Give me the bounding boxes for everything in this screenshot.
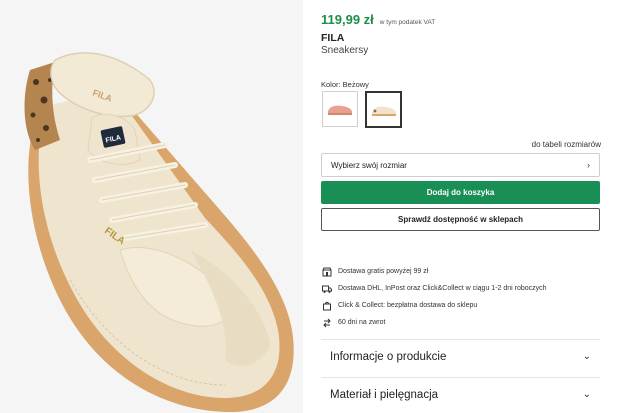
- color-swatches: [322, 91, 402, 128]
- product-image: FILA FILA FILA: [0, 0, 303, 413]
- feature-shipping: Dostawa DHL, InPost oraz Click&Collect w…: [322, 280, 547, 297]
- feature-text: Dostawa DHL, InPost oraz Click&Collect w…: [338, 285, 547, 292]
- feature-text: 60 dni na zwrot: [338, 319, 386, 326]
- size-select[interactable]: Wybierz swój rozmiar ›: [321, 153, 600, 177]
- bag-icon: [322, 301, 332, 311]
- swatch-beige[interactable]: [365, 91, 402, 128]
- chevron-right-icon: ›: [587, 160, 590, 170]
- store-icon: [322, 267, 332, 277]
- beige-sneaker-thumbnail: [371, 106, 396, 116]
- feature-click-collect: Click & Collect: bezpłatna dostawa do sk…: [322, 297, 547, 314]
- pink-sneaker-thumbnail: [328, 105, 352, 115]
- color-label: Kolor: Beżowy: [321, 80, 369, 89]
- feature-returns: 60 dni na zwrot: [322, 314, 547, 331]
- delivery-features: Dostawa gratis powyżej 99 zł Dostawa DHL…: [322, 263, 547, 331]
- truck-icon: [322, 284, 332, 294]
- product-name: Sneakersy: [321, 45, 369, 56]
- check-availability-button[interactable]: Sprawdź dostępność w sklepach: [321, 208, 600, 231]
- size-table-link[interactable]: do tabeli rozmiarów: [532, 140, 601, 149]
- return-icon: [322, 318, 332, 328]
- accordion-product-info[interactable]: Informacje o produkcie ⌄: [321, 339, 600, 373]
- product-price: 119,99 zł: [321, 12, 374, 27]
- accordion-label: Materiał i pielęgnacja: [330, 388, 439, 401]
- price-row: 119,99 zł w tym podatek VAT: [321, 12, 435, 27]
- chevron-down-icon: ⌄: [582, 351, 591, 362]
- accordion-label: Informacje o produkcie: [330, 350, 447, 363]
- sneaker-illustration: FILA FILA FILA: [24, 52, 294, 412]
- size-select-placeholder: Wybierz swój rozmiar: [331, 160, 407, 170]
- feature-free-delivery: Dostawa gratis powyżej 99 zł: [322, 263, 547, 280]
- add-to-cart-button[interactable]: Dodaj do koszyka: [321, 181, 600, 204]
- chevron-down-icon: ⌄: [582, 389, 591, 400]
- product-brand: FILA: [321, 32, 345, 44]
- accordion-material-care[interactable]: Materiał i pielęgnacja ⌄: [321, 377, 600, 411]
- feature-text: Dostawa gratis powyżej 99 zł: [338, 268, 429, 275]
- swatch-pink[interactable]: [322, 91, 358, 127]
- vat-note: w tym podatek VAT: [379, 19, 436, 26]
- product-info-panel: 119,99 zł w tym podatek VAT FILA Sneaker…: [321, 0, 601, 413]
- feature-text: Click & Collect: bezpłatna dostawa do sk…: [338, 302, 478, 309]
